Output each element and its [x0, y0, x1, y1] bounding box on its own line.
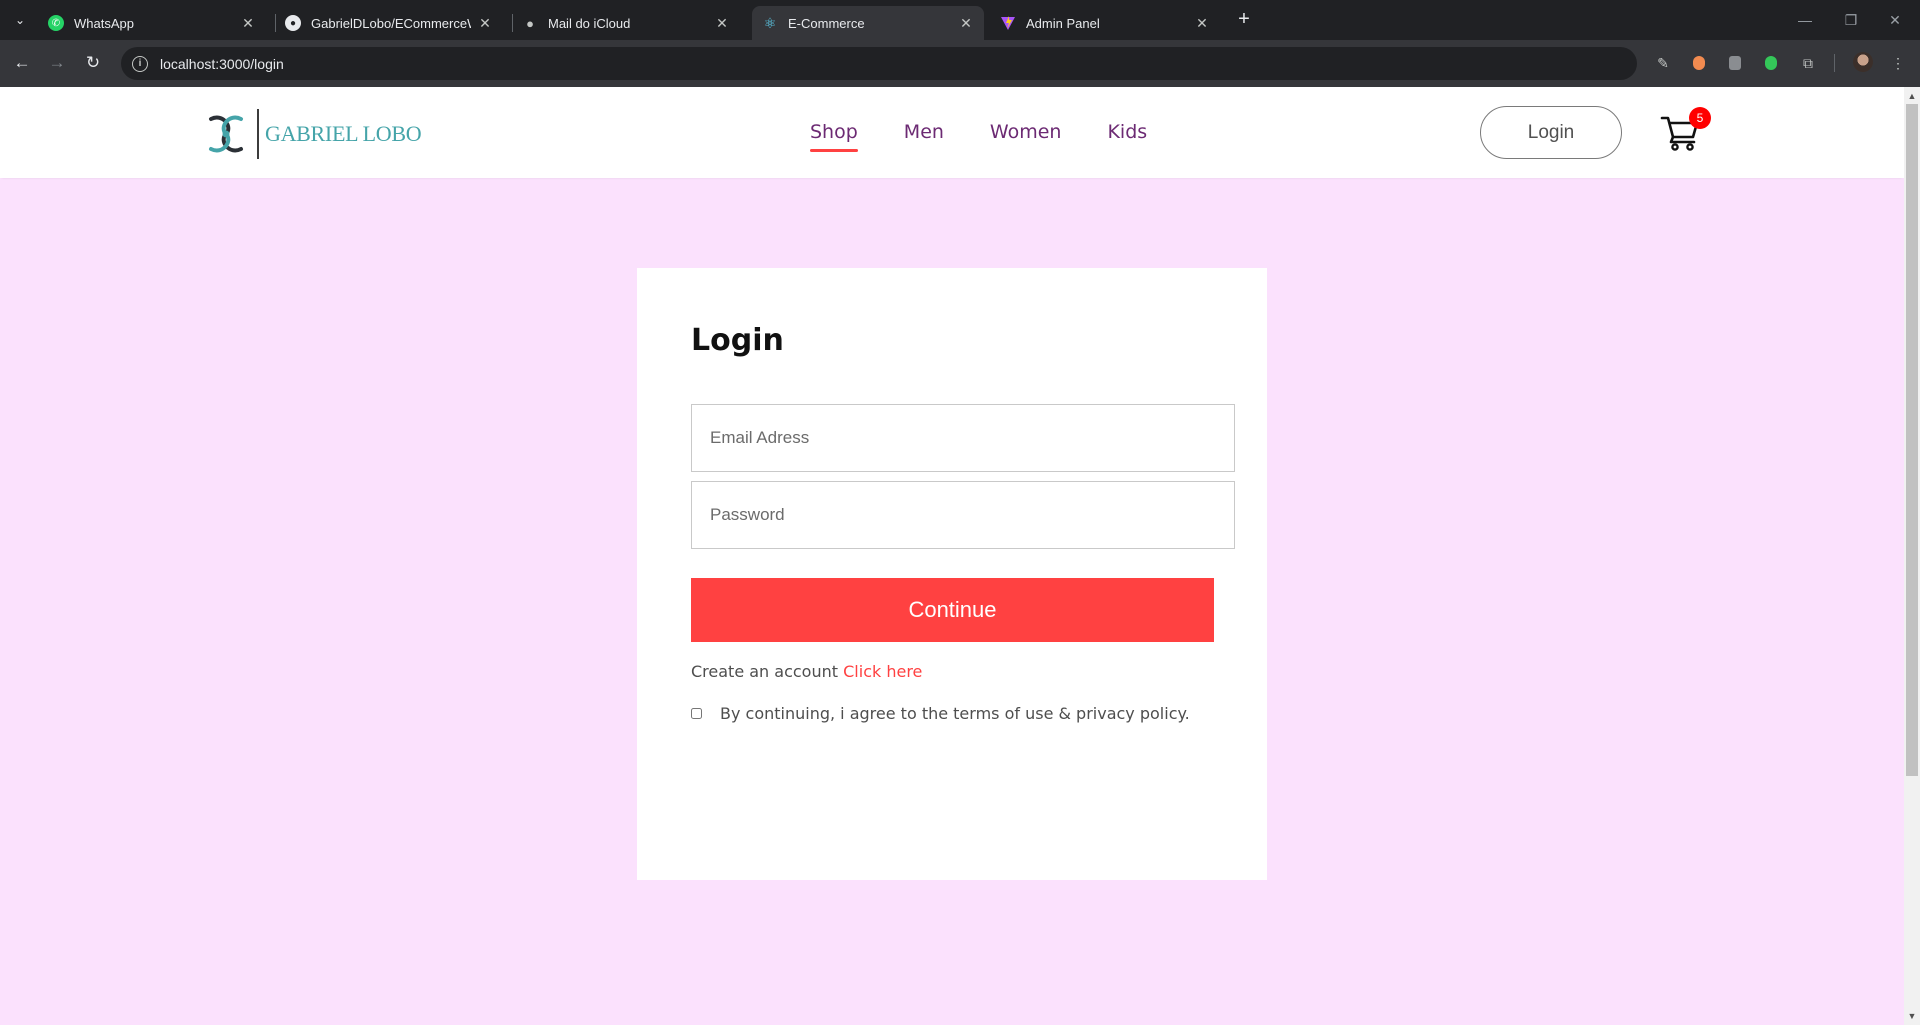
window-bottom-edge: [0, 1025, 1920, 1032]
new-tab-button[interactable]: +: [1232, 8, 1256, 32]
brand-name: GABRIEL LOBO: [265, 121, 422, 146]
continue-button[interactable]: Continue: [691, 578, 1214, 642]
extensions-puzzle-icon[interactable]: ⧉: [1797, 52, 1819, 74]
react-icon: ⚛: [763, 14, 777, 31]
tab-title: GabrielDLobo/ECommerceWith: [311, 15, 471, 31]
terms-text: By continuing, i agree to the terms of u…: [720, 704, 1190, 723]
signup-prompt-text: Create an account: [691, 662, 839, 681]
tab-whatsapp[interactable]: ✆ WhatsApp ✕: [38, 6, 266, 40]
tab-title: E-Commerce: [788, 15, 865, 31]
minimize-icon[interactable]: —: [1790, 8, 1820, 32]
url-text[interactable]: localhost:3000/login: [160, 56, 284, 72]
close-icon[interactable]: ✕: [1194, 15, 1210, 32]
close-icon[interactable]: ✕: [958, 15, 974, 32]
tab-title: Admin Panel: [1026, 15, 1100, 31]
forward-icon[interactable]: →: [44, 50, 70, 76]
tab-icloud-mail[interactable]: ● Mail do iCloud ✕: [512, 6, 740, 40]
site-navbar: GABRIEL LOBO Shop Men Women Kids Login 5: [0, 87, 1904, 178]
close-icon[interactable]: ✕: [714, 15, 730, 32]
browser-menu-icon[interactable]: ⋮: [1887, 52, 1909, 74]
vite-icon: [1000, 15, 1016, 31]
profile-avatar[interactable]: [1853, 52, 1873, 72]
back-icon[interactable]: ←: [9, 50, 35, 76]
login-card: Login Continue Create an account Click h…: [637, 268, 1267, 880]
close-icon[interactable]: ✕: [240, 15, 256, 32]
signup-prompt: Create an account Click here: [691, 662, 922, 681]
tab-title: Mail do iCloud: [548, 15, 631, 31]
terms-agreement: By continuing, i agree to the terms of u…: [691, 704, 1190, 723]
scroll-up-icon[interactable]: ▲: [1904, 88, 1920, 104]
close-icon[interactable]: ✕: [477, 15, 493, 32]
address-bar[interactable]: i localhost:3000/login: [121, 47, 1637, 80]
logo-icon: [209, 115, 243, 153]
scroll-down-icon[interactable]: ▼: [1904, 1008, 1920, 1024]
nav-men[interactable]: Men: [904, 121, 944, 143]
reload-icon[interactable]: ↻: [80, 50, 106, 76]
scrollbar-thumb[interactable]: [1906, 104, 1918, 776]
window-close-icon[interactable]: ✕: [1880, 8, 1910, 32]
nav-kids[interactable]: Kids: [1107, 121, 1147, 143]
header-login-button[interactable]: Login: [1480, 106, 1622, 159]
extension-orange-icon[interactable]: [1688, 52, 1710, 74]
main-menu: Shop Men Women Kids: [810, 121, 1147, 152]
login-title: Login: [691, 323, 784, 358]
extension-green-icon[interactable]: [1760, 52, 1782, 74]
github-icon: ●: [285, 15, 301, 31]
browser-toolbar: ← → ↻ i localhost:3000/login ⇩ 文 ⌕ ☆ ✎ ⧉…: [0, 40, 1920, 105]
nav-women[interactable]: Women: [990, 121, 1062, 143]
signup-link[interactable]: Click here: [843, 662, 922, 681]
apple-icon: ●: [526, 15, 534, 31]
nav-shop[interactable]: Shop: [810, 121, 858, 152]
password-field[interactable]: [691, 481, 1235, 549]
restore-icon[interactable]: ❐: [1836, 8, 1866, 32]
whatsapp-icon: ✆: [48, 15, 64, 31]
site-info-icon[interactable]: i: [132, 55, 148, 72]
brand-logo[interactable]: GABRIEL LOBO: [203, 108, 422, 160]
extension-grey-icon[interactable]: [1724, 52, 1746, 74]
terms-checkbox[interactable]: [691, 708, 702, 719]
tab-github[interactable]: ● GabrielDLobo/ECommerceWith ✕: [275, 6, 503, 40]
logo-divider: [257, 109, 259, 159]
toolbar-divider: [1834, 54, 1835, 72]
browser-tab-bar: ⌄ ✆ WhatsApp ✕ ● GabrielDLobo/ECommerceW…: [0, 0, 1920, 40]
tab-search-icon[interactable]: ⌄: [8, 8, 32, 32]
cart-count-badge: 5: [1689, 107, 1711, 129]
email-field[interactable]: [691, 404, 1235, 472]
tab-ecommerce[interactable]: ⚛ E-Commerce ✕: [752, 6, 984, 40]
tab-title: WhatsApp: [74, 15, 134, 31]
tab-admin-panel[interactable]: Admin Panel ✕: [990, 6, 1220, 40]
page-viewport: GABRIEL LOBO Shop Men Women Kids Login 5…: [0, 87, 1904, 1025]
eyedropper-icon[interactable]: ✎: [1652, 52, 1674, 74]
